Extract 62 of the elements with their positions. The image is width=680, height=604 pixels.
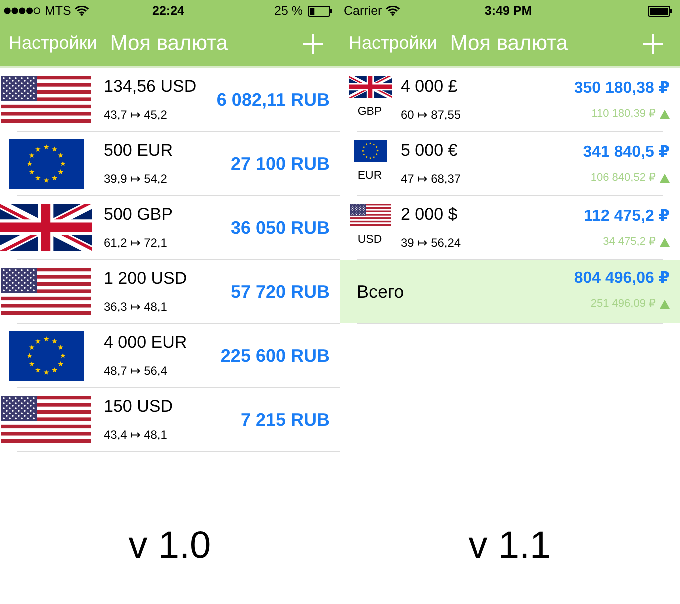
exchange-rate: 60 ↦ 87,55 (401, 107, 462, 123)
exchange-rate: 47 ↦ 68,37 (401, 171, 462, 187)
plus-icon (303, 34, 323, 54)
ruble-value: 36 050 RUB (230, 216, 330, 238)
ruble-value: 7 215 RUB (240, 408, 330, 430)
currency-amount: 2 000 $ (401, 204, 459, 225)
us-flag-icon (1, 268, 91, 315)
currency-amount: 500 GBP (104, 204, 173, 225)
eu-flag-icon (8, 138, 84, 188)
exchange-rate: 48,7 ↦ 56,4 (104, 363, 168, 379)
battery-percentage: 25 % (274, 4, 303, 18)
currency-amount: 4 000 EUR (104, 332, 188, 353)
eu-flag-icon (8, 330, 84, 380)
screen-title: Моя валюта (450, 31, 568, 57)
exchange-rate: 61,2 ↦ 72,1 (104, 235, 168, 251)
ruble-value: 6 082,11 RUB (216, 88, 330, 110)
status-time: 3:49 PM (484, 4, 532, 18)
settings-button[interactable]: Настройки (9, 33, 98, 55)
wifi-icon (75, 6, 90, 16)
ruble-value: 27 100 RUB (230, 152, 330, 174)
status-time: 22:24 (152, 4, 184, 18)
change-amount: 251 496,09 ₽ (590, 297, 656, 311)
exchange-rate: 43,4 ↦ 48,1 (104, 427, 168, 443)
change-amount: 106 840,52 ₽ (590, 171, 656, 185)
screen-title: Моя валюта (110, 31, 228, 57)
us-flag-icon (350, 204, 390, 226)
carrier-name: Carrier (344, 4, 382, 18)
add-button[interactable] (303, 34, 323, 54)
exchange-rate: 36,3 ↦ 48,1 (104, 299, 168, 315)
currency-code: USD (358, 233, 382, 247)
exchange-rate: 39,9 ↦ 54,2 (104, 171, 168, 187)
change-amount: 34 475,2 ₽ (603, 235, 656, 249)
uk-flag-icon (0, 204, 92, 251)
us-flag-icon (1, 396, 91, 443)
us-flag-icon (1, 76, 91, 123)
wifi-icon (386, 6, 400, 16)
settings-button[interactable]: Настройки (349, 33, 438, 55)
version-caption: v 1.1 (468, 527, 552, 565)
ruble-value: 350 180,38 ₽ (574, 79, 670, 99)
ruble-value: 112 475,2 ₽ (584, 207, 670, 227)
total-label: Всего (357, 280, 404, 302)
plus-icon (643, 34, 663, 54)
exchange-rate: 39 ↦ 56,24 (401, 235, 462, 251)
version-caption: v 1.0 (128, 527, 212, 565)
add-button[interactable] (643, 34, 663, 54)
currency-amount: 500 EUR (104, 140, 173, 161)
eu-flag-icon (354, 140, 386, 162)
currency-code: EUR (358, 169, 382, 183)
ruble-value: 225 600 RUB (220, 344, 330, 366)
currency-amount: 4 000 £ (401, 76, 459, 97)
exchange-rate: 43,7 ↦ 45,2 (104, 107, 168, 123)
currency-amount: 150 USD (104, 396, 173, 417)
currency-code: GBP (358, 105, 382, 119)
ruble-value: 341 840,5 ₽ (583, 143, 670, 163)
ruble-value: 57 720 RUB (230, 280, 330, 302)
currency-amount: 1 200 USD (104, 268, 188, 289)
total-value: 804 496,06 ₽ (574, 269, 670, 289)
carrier-name: MTS (45, 4, 72, 18)
currency-amount: 134,56 USD (104, 76, 197, 97)
currency-amount: 5 000 € (401, 140, 459, 161)
uk-flag-icon (348, 76, 392, 98)
change-amount: 110 180,39 ₽ (592, 107, 656, 121)
